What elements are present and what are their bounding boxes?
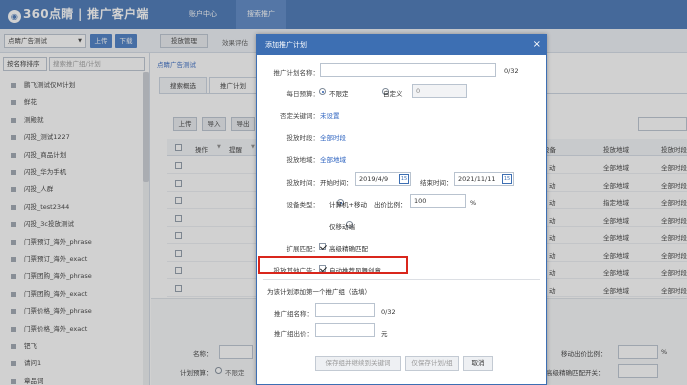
add-campaign-dialog: 添加推广计划 × 推广计划名称： 0/32 每日预算： 不限定 自定义 0 否定… bbox=[256, 34, 547, 385]
start-date-value: 2019/4/9 bbox=[359, 175, 389, 183]
save-only-button[interactable]: 仅保存计划/组 bbox=[405, 356, 459, 371]
ad-group-bid-unit: 元 bbox=[381, 330, 388, 338]
daily-budget-label: 每日预算： bbox=[286, 90, 320, 98]
match-type-label: 扩展匹配： bbox=[286, 245, 320, 253]
negative-keywords-link[interactable]: 未设置 bbox=[320, 110, 340, 120]
end-date-input[interactable]: 2021/11/11 15 bbox=[454, 172, 514, 186]
plan-name-input[interactable] bbox=[320, 63, 496, 77]
ad-group-name-label: 推广组名称： bbox=[274, 310, 313, 318]
budget-unlimited-radio[interactable] bbox=[319, 88, 326, 95]
dialog-title-text: 添加推广计划 bbox=[265, 41, 307, 49]
device-mobile-only-label: 仅移动端 bbox=[329, 223, 355, 231]
calendar-icon[interactable]: 15 bbox=[399, 174, 409, 184]
bid-ratio-input[interactable]: 100 bbox=[410, 194, 466, 208]
negative-keywords-label: 否定关键词： bbox=[280, 112, 319, 120]
advanced-exact-match-checkbox[interactable] bbox=[319, 243, 326, 250]
end-date-value: 2021/11/11 bbox=[458, 175, 496, 183]
ad-group-bid-input[interactable] bbox=[315, 323, 375, 337]
device-type-label: 设备类型： bbox=[286, 201, 320, 209]
bid-ratio-unit: % bbox=[470, 199, 477, 207]
budget-custom-label: 自定义 bbox=[383, 90, 403, 98]
budget-amount-value: 0 bbox=[416, 87, 421, 95]
plan-name-counter: 0/32 bbox=[504, 67, 519, 75]
ad-group-bid-label: 推广组出价： bbox=[274, 330, 313, 338]
bid-ratio-label: 出价比例： bbox=[374, 201, 407, 209]
start-date-label: 开始时间： bbox=[320, 179, 353, 187]
bid-ratio-value: 100 bbox=[414, 197, 427, 205]
cancel-button[interactable]: 取消 bbox=[463, 356, 493, 371]
schedule-label: 投放时段： bbox=[286, 134, 320, 142]
schedule-link[interactable]: 全部时段 bbox=[320, 132, 346, 142]
plan-name-label: 推广计划名称： bbox=[273, 69, 320, 77]
save-and-add-keywords-button[interactable]: 保存组并继续到关键词 bbox=[315, 356, 401, 371]
budget-amount-input[interactable]: 0 bbox=[412, 84, 467, 98]
ad-group-name-input[interactable] bbox=[315, 303, 375, 317]
advanced-exact-match-label: 高级精确匹配 bbox=[329, 245, 368, 253]
calendar-icon[interactable]: 15 bbox=[502, 174, 512, 184]
close-icon[interactable]: × bbox=[533, 38, 541, 52]
ad-group-hint: 为该计划添加第一个推广组（选填） bbox=[267, 288, 371, 296]
dialog-title: 添加推广计划 bbox=[257, 35, 546, 55]
region-link[interactable]: 全部地域 bbox=[320, 154, 346, 164]
date-range-label: 投放时间： bbox=[286, 179, 320, 187]
region-label: 投放地域： bbox=[286, 156, 320, 164]
ad-group-name-counter: 0/32 bbox=[381, 308, 396, 316]
device-pc-mobile-label: 计算机+移动 bbox=[329, 201, 367, 209]
section-divider bbox=[263, 279, 540, 280]
budget-unlimited-label: 不限定 bbox=[329, 90, 349, 98]
highlight-box bbox=[258, 256, 408, 274]
end-date-label: 结束时间： bbox=[420, 179, 453, 187]
start-date-input[interactable]: 2019/4/9 15 bbox=[355, 172, 411, 186]
